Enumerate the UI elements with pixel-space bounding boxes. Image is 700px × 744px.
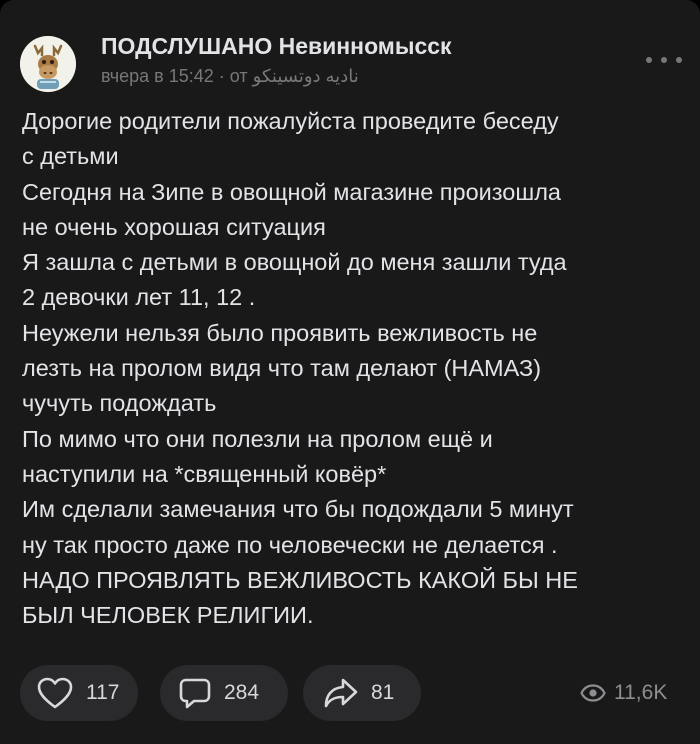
post-text-line: 2 девочки лет 11, 12 . <box>22 284 256 311</box>
share-count: 81 <box>371 681 395 704</box>
post-text-line: Я зашла с детьми в овощной до меня зашли… <box>22 249 567 276</box>
post-text-line: с детьми <box>22 143 119 170</box>
post-text-line: Сегодня на Зипе в овощной магазине произ… <box>22 178 561 205</box>
post-text-line: не очень хорошая ситуация <box>22 213 326 240</box>
post-text-line: БЫЛ ЧЕЛОВЕК РЕЛИГИИ. <box>22 602 314 629</box>
post-text-line: ну так просто даже по человечески не дел… <box>22 531 558 558</box>
like-count: 117 <box>86 681 120 704</box>
comment-count: 284 <box>224 681 260 704</box>
eye-icon <box>580 684 606 702</box>
moose-avatar-icon <box>20 36 76 92</box>
post-text-line: По мимо что они полезли на пролом ещё и <box>22 425 493 452</box>
post-time[interactable]: вчера в 15:42 <box>101 66 214 87</box>
like-button[interactable]: 117 <box>20 665 138 721</box>
views-count: 11,6K <box>614 681 668 704</box>
more-dots-icon <box>661 57 667 63</box>
author-prefix: от <box>229 66 248 86</box>
views-counter: 11,6K <box>580 680 667 706</box>
group-name[interactable]: ПОДСЛУШАНО Невинномысск <box>101 33 452 60</box>
post-card: ПОДСЛУШАНО Невинномысск вчера в 15:42 · от… <box>0 0 700 744</box>
post-text-line: Им сделали замечания что бы подождали 5 … <box>22 496 574 523</box>
more-dots-icon <box>676 57 682 63</box>
post-text-line: наступили на *священный ковёр* <box>22 460 387 487</box>
post-text-line: НАДО ПРОЯВЛЯТЬ ВЕЖЛИВОСТЬ КАКОЙ БЫ НЕ <box>22 566 578 593</box>
post-text: Дорогие родители пожалуйста проведите бе… <box>22 104 682 633</box>
share-button[interactable]: 81 <box>303 665 421 721</box>
comment-button[interactable]: 284 <box>160 665 288 721</box>
heart-icon <box>37 677 73 709</box>
meta-separator: · <box>218 66 225 86</box>
post-meta: вчера в 15:42 · от ناديه دوتسينكو <box>101 66 359 87</box>
comment-bubble-icon <box>179 678 211 709</box>
more-dots-icon <box>646 57 652 63</box>
share-arrow-icon <box>324 678 358 708</box>
post-text-line: чучуть подождать <box>22 390 217 417</box>
group-avatar[interactable] <box>20 36 76 92</box>
post-text-line: Неужели нельзя было проявить вежливость … <box>22 319 538 346</box>
more-button[interactable] <box>646 48 682 72</box>
post-author[interactable]: ناديه دوتسينكو <box>253 66 359 87</box>
post-text-line: лезть на пролом видя что там делают (НАМ… <box>22 355 542 382</box>
post-text-line: Дорогие родители пожалуйста проведите бе… <box>22 108 559 134</box>
